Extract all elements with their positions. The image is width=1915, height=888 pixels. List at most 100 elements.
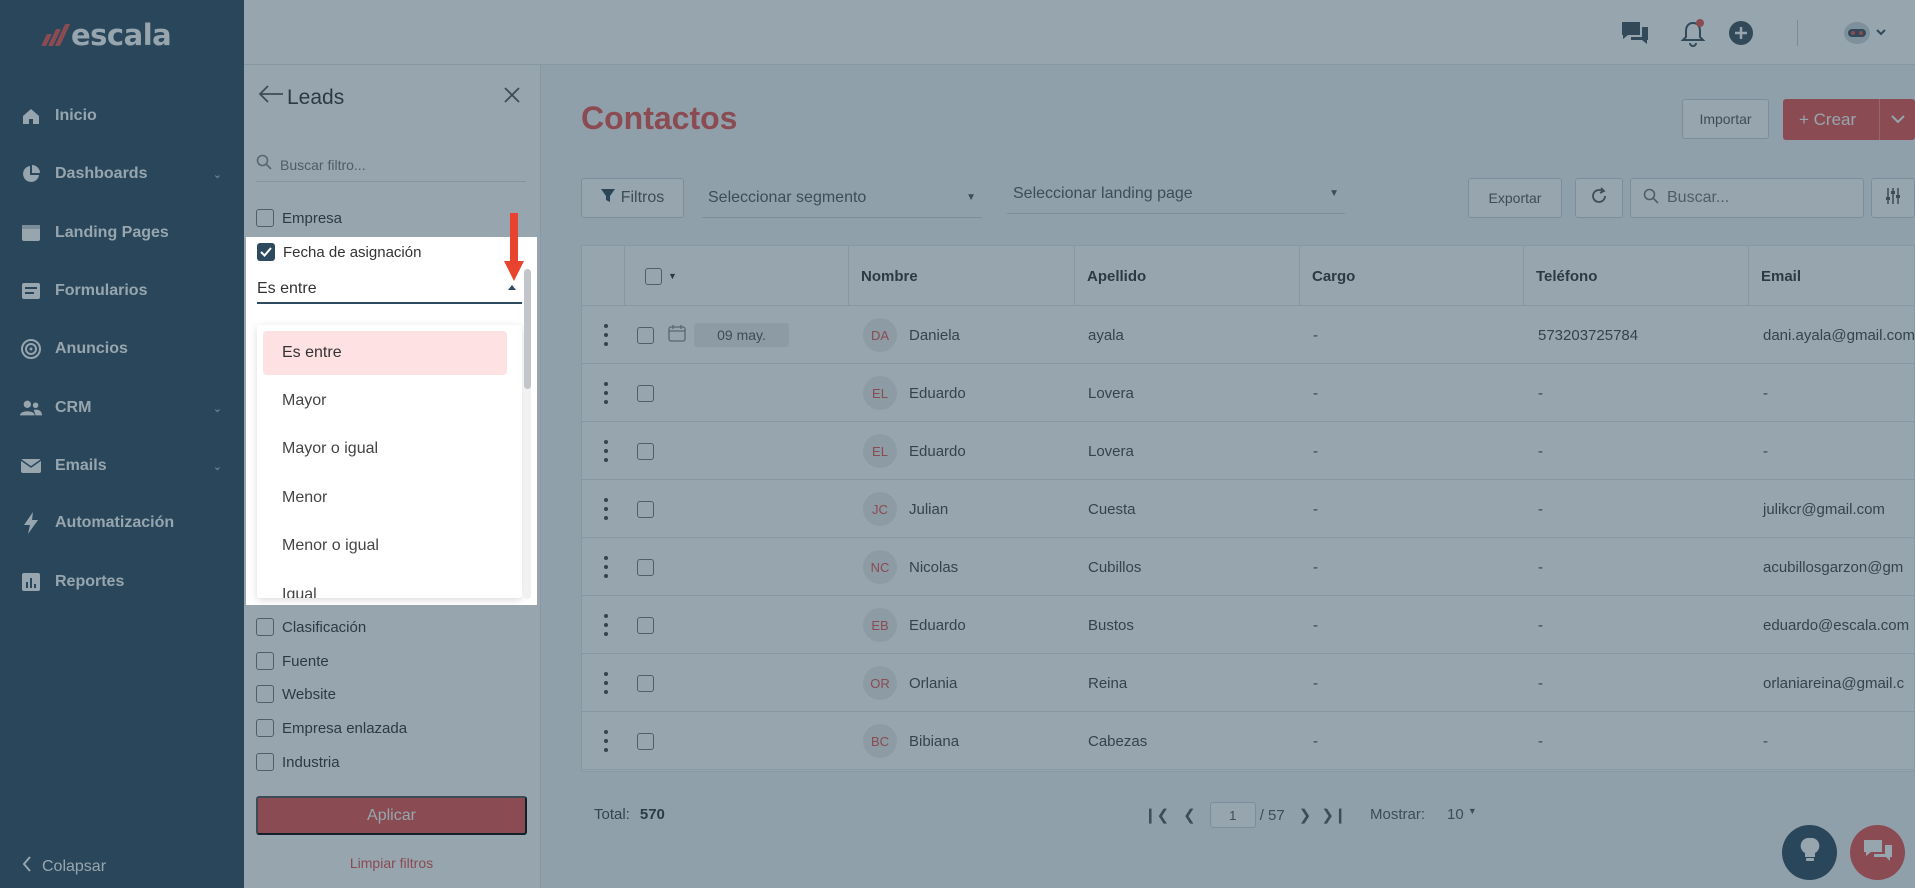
cell-nombre[interactable]: BC Bibiana <box>863 712 959 770</box>
sidebar-item-automatizacion[interactable]: Automatización <box>0 503 244 543</box>
filters-button[interactable]: Filtros <box>581 178 684 218</box>
landing-page-select[interactable]: Seleccionar landing page ▼ <box>1007 174 1345 214</box>
kebab-menu-icon[interactable] <box>604 382 608 404</box>
operator-option-mayor-o-igual[interactable]: Mayor o igual <box>263 427 507 471</box>
operator-option-menor-o-igual[interactable]: Menor o igual <box>263 524 507 568</box>
column-header-cargo[interactable]: Cargo <box>1299 246 1523 306</box>
table-row[interactable]: EB Eduardo Bustos - - eduardo@escala.com <box>582 596 1914 654</box>
table-row[interactable]: NC Nicolas Cubillos - - acubillosgarzon@gm <box>582 538 1914 596</box>
table-row[interactable]: JC Julian Cuesta - - julikcr@gmail.com <box>582 480 1914 538</box>
kebab-menu-icon[interactable] <box>604 556 608 578</box>
filter-checkbox[interactable] <box>256 753 274 771</box>
back-arrow-icon[interactable] <box>258 85 284 108</box>
select-all-checkbox[interactable] <box>645 267 662 285</box>
clear-filters-link[interactable]: Limpiar filtros <box>256 855 527 871</box>
import-button[interactable]: Importar <box>1682 99 1769 139</box>
kebab-menu-icon[interactable] <box>604 498 608 520</box>
page-number-input[interactable]: 1 <box>1209 802 1256 828</box>
filter-checkbox[interactable] <box>256 618 274 636</box>
robot-avatar-icon[interactable] <box>1838 17 1888 49</box>
sidebar-item-inicio[interactable]: Inicio <box>0 96 244 136</box>
filter-option-empresa-enlazada[interactable]: Empresa enlazada <box>256 719 407 737</box>
search-input[interactable] <box>1667 189 1847 207</box>
chevron-down-icon[interactable] <box>1879 99 1915 140</box>
first-page-icon[interactable]: ❙❮ <box>1144 806 1169 824</box>
filter-option-industria[interactable]: Industria <box>256 753 340 771</box>
filter-checkbox[interactable] <box>256 719 274 737</box>
row-checkbox[interactable] <box>637 326 654 344</box>
kebab-menu-icon[interactable] <box>604 614 608 636</box>
operator-option-es-entre[interactable]: Es entre <box>263 331 507 375</box>
kebab-menu-icon[interactable] <box>604 324 608 346</box>
support-chat-button[interactable] <box>1850 825 1905 880</box>
cell-nombre[interactable]: OR Orlania <box>863 654 957 712</box>
filter-option-fecha-asignacion[interactable]: Fecha de asignación <box>257 243 421 261</box>
filter-option-fuente[interactable]: Fuente <box>256 652 329 670</box>
column-header-nombre[interactable]: Nombre <box>848 246 1074 306</box>
row-checkbox[interactable] <box>637 558 654 576</box>
sidebar-item-anuncios[interactable]: Anuncios <box>0 329 244 369</box>
table-row[interactable]: EL Eduardo Lovera - - - <box>582 364 1914 422</box>
filter-option-clasificacion[interactable]: Clasificación <box>256 618 366 636</box>
kebab-menu-icon[interactable] <box>604 730 608 752</box>
operator-select[interactable]: Es entre <box>257 275 522 304</box>
apply-filters-button[interactable]: Aplicar <box>256 796 527 835</box>
sidebar-item-crm[interactable]: CRM ⌄ <box>0 388 244 428</box>
last-page-icon[interactable]: ❯❙ <box>1321 806 1346 824</box>
table-row[interactable]: 09 may. DA Daniela ayala - 573203725784 dani.a… <box>582 306 1914 364</box>
table-row[interactable]: EL Eduardo Lovera - - - <box>582 422 1914 480</box>
filter-search-input[interactable] <box>280 156 500 173</box>
checked-checkbox-icon[interactable] <box>257 243 275 261</box>
cell-nombre[interactable]: EL Eduardo <box>863 364 966 422</box>
create-button[interactable]: + Crear <box>1783 99 1915 140</box>
page-size-select[interactable]: 10 ▼ <box>1447 806 1477 823</box>
filter-checkbox[interactable] <box>256 685 274 703</box>
sidebar-item-emails[interactable]: Emails ⌄ <box>0 446 244 486</box>
sidebar-item-reportes[interactable]: Reportes <box>0 562 244 602</box>
filter-option-website[interactable]: Website <box>256 685 336 703</box>
plus-circle-icon[interactable] <box>1725 17 1757 49</box>
filter-checkbox[interactable] <box>256 209 274 227</box>
chat-icon[interactable] <box>1619 17 1651 49</box>
column-header-telefono[interactable]: Teléfono <box>1523 246 1748 306</box>
row-checkbox[interactable] <box>637 674 654 692</box>
prev-page-icon[interactable]: ❮ <box>1183 806 1196 824</box>
cell-nombre[interactable]: EL Eduardo <box>863 422 966 480</box>
filter-checkbox[interactable] <box>256 652 274 670</box>
filter-option-empresa[interactable]: Empresa <box>256 209 342 227</box>
search-field[interactable] <box>1630 178 1864 218</box>
refresh-button[interactable] <box>1575 178 1623 218</box>
column-header-email[interactable]: Email <box>1748 246 1914 306</box>
cell-nombre[interactable]: EB Eduardo <box>863 596 966 654</box>
cell-nombre[interactable]: NC Nicolas <box>863 538 958 596</box>
cell-nombre[interactable]: DA Daniela <box>863 306 960 364</box>
filter-search-field[interactable] <box>256 148 526 182</box>
table-row[interactable]: BC Bibiana Cabezas - - - <box>582 712 1914 770</box>
sidebar-item-formularios[interactable]: Formularios <box>0 271 244 311</box>
export-button[interactable]: Exportar <box>1468 178 1562 218</box>
row-checkbox[interactable] <box>637 500 654 518</box>
segment-select[interactable]: Seleccionar segmento ▼ <box>702 178 982 218</box>
tips-button[interactable] <box>1782 825 1837 880</box>
bell-icon[interactable] <box>1677 17 1709 49</box>
row-checkbox[interactable] <box>637 616 654 634</box>
column-header-apellido[interactable]: Apellido <box>1074 246 1299 306</box>
operator-option-menor[interactable]: Menor <box>263 476 507 520</box>
caret-down-icon[interactable]: ▼ <box>668 271 677 281</box>
scrollbar-thumb[interactable] <box>524 269 531 389</box>
sidebar-item-dashboards[interactable]: Dashboards ⌄ <box>0 154 244 194</box>
kebab-menu-icon[interactable] <box>604 440 608 462</box>
collapse-sidebar-button[interactable]: Colapsar <box>22 856 106 877</box>
row-checkbox[interactable] <box>637 384 654 402</box>
column-settings-button[interactable] <box>1871 178 1915 218</box>
next-page-icon[interactable]: ❯ <box>1299 806 1312 824</box>
close-icon[interactable] <box>504 87 520 108</box>
kebab-menu-icon[interactable] <box>604 672 608 694</box>
row-checkbox[interactable] <box>637 732 654 750</box>
sidebar-item-landing-pages[interactable]: Landing Pages <box>0 213 244 253</box>
row-checkbox[interactable] <box>637 442 654 460</box>
operator-option-igual[interactable]: Igual <box>263 573 507 598</box>
escala-logo[interactable]: escala <box>41 18 172 52</box>
cell-nombre[interactable]: JC Julian <box>863 480 948 538</box>
table-row[interactable]: OR Orlania Reina - - orlaniareina@gmail.c <box>582 654 1914 712</box>
